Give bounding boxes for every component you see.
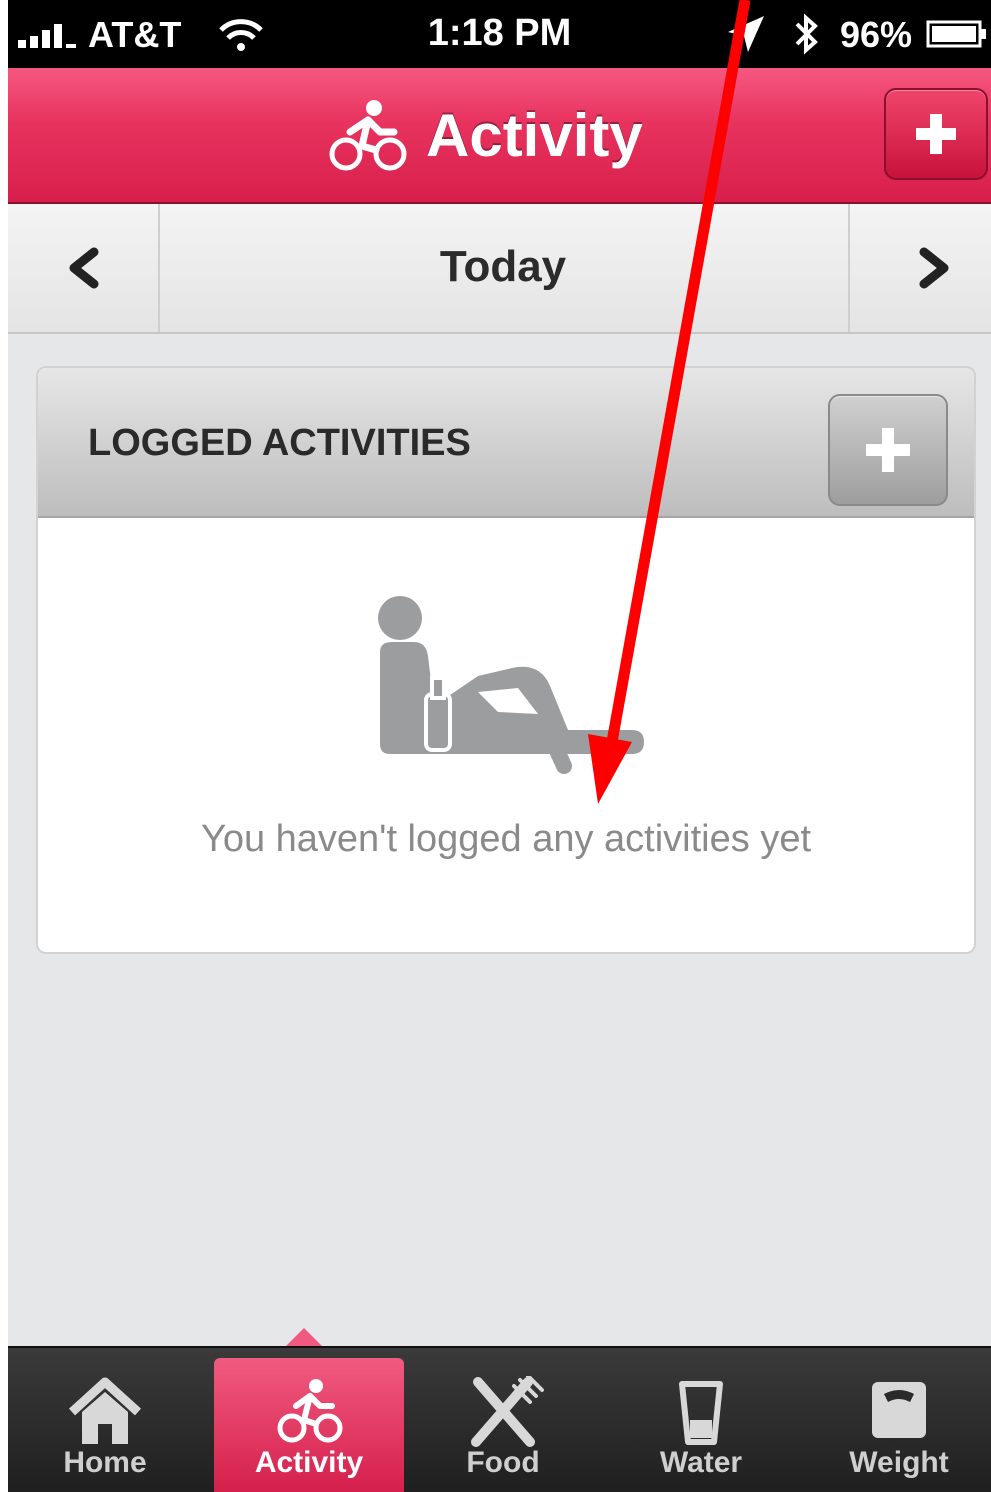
empty-state-message: You haven't logged any activities yet — [200, 818, 812, 860]
tab-label: Food — [466, 1446, 540, 1479]
bike-icon — [277, 1379, 343, 1443]
bluetooth-icon — [795, 13, 818, 55]
chevron-left-icon — [69, 247, 99, 289]
page-title: Activity — [426, 101, 643, 169]
tab-label: Activity — [254, 1446, 364, 1479]
tab-water[interactable]: Water — [606, 1348, 796, 1492]
date-navigator: Today — [8, 204, 991, 334]
status-bar: AT&T 1:18 PM 96% — [8, 0, 991, 68]
tab-weight[interactable]: Weight — [804, 1348, 991, 1492]
fork-knife-icon — [471, 1376, 544, 1447]
card-title: LOGGED ACTIVITIES — [88, 422, 471, 464]
tab-activity[interactable]: Activity — [214, 1358, 404, 1492]
battery-icon — [926, 20, 986, 48]
add-activity-button[interactable] — [884, 88, 988, 180]
battery-percent: 96% — [840, 14, 913, 55]
glass-icon — [679, 1381, 723, 1445]
navigation-bar: Activity — [8, 68, 991, 204]
scale-icon — [872, 1382, 926, 1438]
date-label: Today — [439, 242, 567, 291]
home-icon — [68, 1377, 142, 1444]
plus-icon — [916, 114, 956, 154]
chevron-right-icon — [919, 247, 949, 289]
tab-food[interactable]: Food — [408, 1348, 598, 1492]
app-screen: AT&T 1:18 PM 96% Activity Today LOGGED A… — [8, 0, 991, 1492]
tab-label: Home — [63, 1446, 147, 1479]
plus-icon — [866, 428, 910, 472]
next-day-button[interactable] — [848, 204, 991, 332]
tab-label: Weight — [849, 1446, 949, 1479]
logged-activities-card: LOGGED ACTIVITIES You haven't logged any… — [36, 366, 976, 954]
location-icon — [728, 16, 764, 52]
previous-day-button[interactable] — [8, 204, 160, 332]
bike-icon — [329, 100, 407, 171]
card-header: LOGGED ACTIVITIES — [38, 368, 974, 518]
tab-home[interactable]: Home — [10, 1348, 200, 1492]
tab-label: Water — [659, 1446, 743, 1479]
add-logged-activity-button[interactable] — [828, 394, 948, 506]
tab-bar: Home Activity Food Water Weight — [8, 1346, 991, 1492]
nav-title-group: Activity — [328, 90, 643, 180]
lounging-person-icon — [378, 596, 644, 774]
